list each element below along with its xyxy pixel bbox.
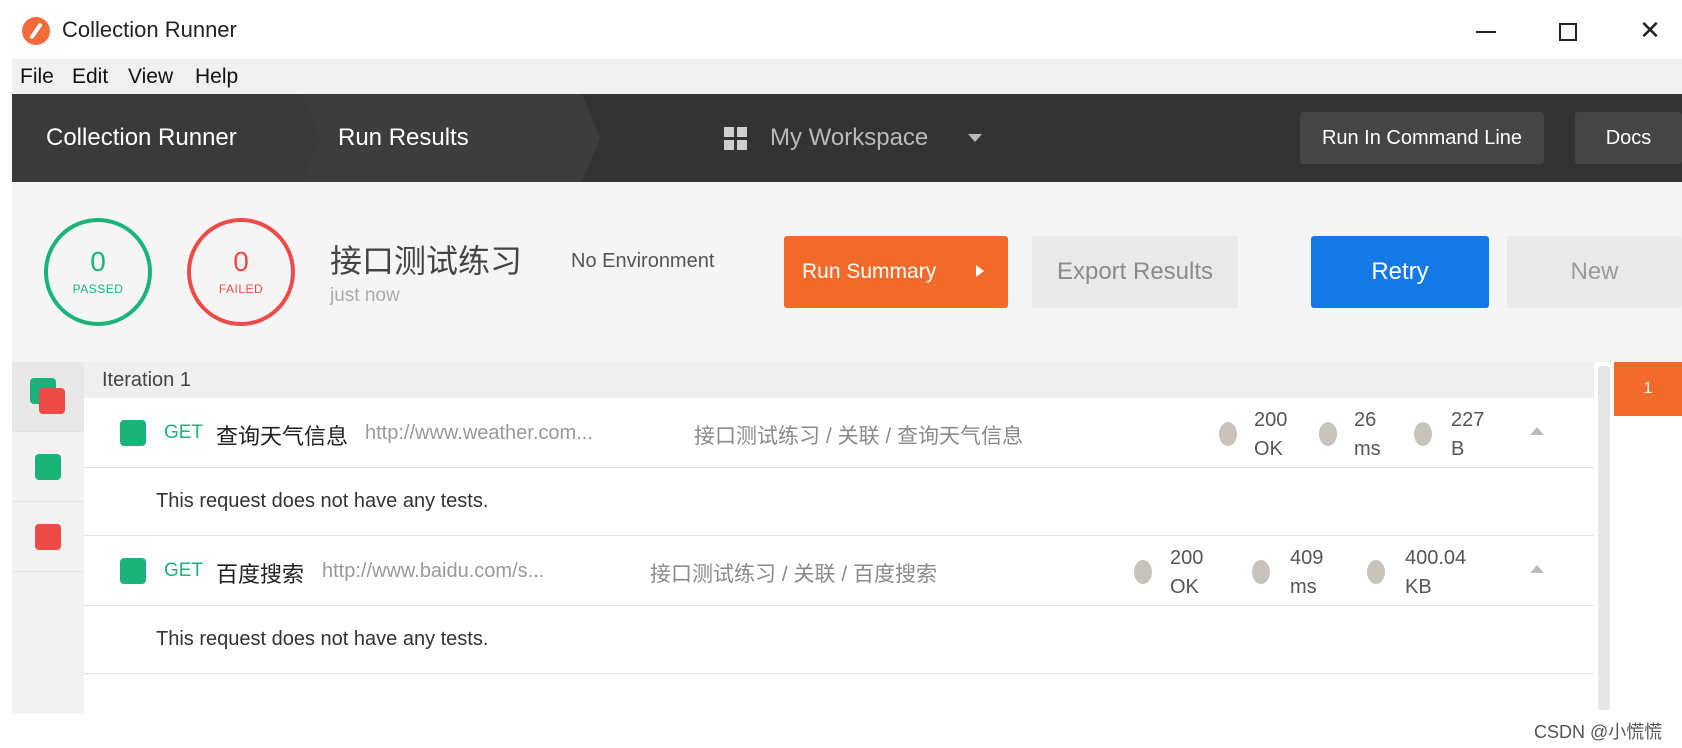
menu-help[interactable]: Help xyxy=(195,65,238,89)
menu-view[interactable]: View xyxy=(128,65,173,89)
breadcrumb-separator xyxy=(582,94,600,182)
request-path: 接口测试练习 / 关联 / 查询天气信息 xyxy=(694,425,1024,448)
response-status: 200 OK xyxy=(1170,547,1204,598)
close-button[interactable]: ✕ xyxy=(1630,12,1670,48)
maximize-icon xyxy=(1559,23,1577,42)
breadcrumb-collection-runner[interactable]: Collection Runner xyxy=(12,94,302,182)
results-scrollbar[interactable] xyxy=(1594,362,1614,714)
menu-file[interactable]: File xyxy=(20,65,54,89)
passed-count: 0 xyxy=(90,246,106,277)
fail-status-icon xyxy=(35,524,61,550)
collapse-caret-icon[interactable] xyxy=(1530,427,1544,435)
environment-label: No Environment xyxy=(571,250,715,272)
export-results-button[interactable]: Export Results xyxy=(1032,236,1238,308)
rail-request-1[interactable] xyxy=(12,432,84,502)
collapse-caret-icon[interactable] xyxy=(1530,565,1544,573)
docs-button[interactable]: Docs xyxy=(1575,112,1682,164)
title-bar: Collection Runner ✕ xyxy=(0,0,1682,58)
failed-counter: 0 FAILED xyxy=(187,218,295,326)
request-name: 查询天气信息 xyxy=(216,424,349,449)
request-status-icon xyxy=(120,420,146,446)
response-size: 227 B xyxy=(1451,409,1485,460)
request-url: http://www.baidu.com/s... xyxy=(322,560,545,582)
passed-counter: 0 PASSED xyxy=(44,218,152,326)
minimize-icon xyxy=(1476,31,1496,34)
workspace-label: My Workspace xyxy=(770,124,929,151)
status-dot-icon xyxy=(1219,422,1237,446)
scrollbar-thumb[interactable] xyxy=(1598,366,1610,710)
run-summary-panel: 0 PASSED 0 FAILED 接口测试练习 just now No Env… xyxy=(12,182,1682,362)
run-in-command-line-button[interactable]: Run In Command Line xyxy=(1300,112,1544,164)
results-list: Iteration 1 GET 查询天气信息 http://www.weathe… xyxy=(84,362,1594,714)
window-title: Collection Runner xyxy=(62,17,237,42)
request-name: 百度搜索 xyxy=(216,562,305,587)
iteration-gutter: 1 xyxy=(1614,362,1682,714)
menu-bar: File Edit View Help xyxy=(12,58,1682,94)
status-dot-icon xyxy=(1134,560,1152,584)
fail-status-icon xyxy=(39,388,65,414)
iteration-header: Iteration 1 xyxy=(84,362,1594,398)
time-dot-icon xyxy=(1319,422,1337,446)
rail-iteration-1[interactable] xyxy=(12,362,84,432)
breadcrumb-separator xyxy=(302,94,320,182)
workspace-grid-icon xyxy=(724,127,748,151)
rail-request-2[interactable] xyxy=(12,502,84,572)
request-url: http://www.weather.com... xyxy=(365,422,593,444)
maximize-button[interactable] xyxy=(1548,12,1588,48)
run-summary-label: Run Summary xyxy=(802,260,937,283)
failed-label: FAILED xyxy=(218,282,264,296)
response-status: 200 OK xyxy=(1254,409,1288,460)
close-icon: ✕ xyxy=(1639,15,1661,45)
postman-logo-icon xyxy=(22,17,50,45)
iteration-marker[interactable]: 1 xyxy=(1614,362,1682,416)
time-dot-icon xyxy=(1252,560,1270,584)
run-timestamp: just now xyxy=(330,285,400,306)
request-method: GET xyxy=(164,560,204,581)
run-summary-button[interactable]: Run Summary xyxy=(784,236,1008,308)
chevron-right-icon xyxy=(976,265,984,277)
request-row[interactable]: GET 百度搜索 http://www.baidu.com/s... 接口测试练… xyxy=(84,536,1594,606)
size-dot-icon xyxy=(1414,422,1432,446)
request-status-icon xyxy=(120,558,146,584)
runner-header: Collection Runner Run Results My Workspa… xyxy=(12,94,1682,182)
csdn-credit: CSDN @小慌慌 xyxy=(1534,722,1663,742)
response-time: 409 ms xyxy=(1290,547,1324,598)
request-row[interactable]: GET 查询天气信息 http://www.weather.com... 接口测… xyxy=(84,398,1594,468)
response-size: 400.04 KB xyxy=(1405,547,1467,598)
retry-button[interactable]: Retry xyxy=(1311,236,1489,308)
size-dot-icon xyxy=(1367,560,1385,584)
request-tests-note: This request does not have any tests. xyxy=(84,468,1594,536)
menu-edit[interactable]: Edit xyxy=(72,65,108,89)
request-method: GET xyxy=(164,422,204,443)
collection-name: 接口测试练习 xyxy=(330,243,523,279)
new-button[interactable]: New xyxy=(1507,236,1682,308)
minimize-button[interactable] xyxy=(1466,12,1506,48)
iteration-rail xyxy=(12,362,84,714)
chevron-down-icon xyxy=(968,134,982,142)
breadcrumb-run-results[interactable]: Run Results xyxy=(302,94,582,182)
response-time: 26 ms xyxy=(1354,409,1381,460)
pass-status-icon xyxy=(35,454,61,480)
request-tests-note: This request does not have any tests. xyxy=(84,606,1594,674)
failed-count: 0 xyxy=(233,246,249,277)
passed-label: PASSED xyxy=(72,282,124,296)
request-path: 接口测试练习 / 关联 / 百度搜索 xyxy=(650,563,938,586)
